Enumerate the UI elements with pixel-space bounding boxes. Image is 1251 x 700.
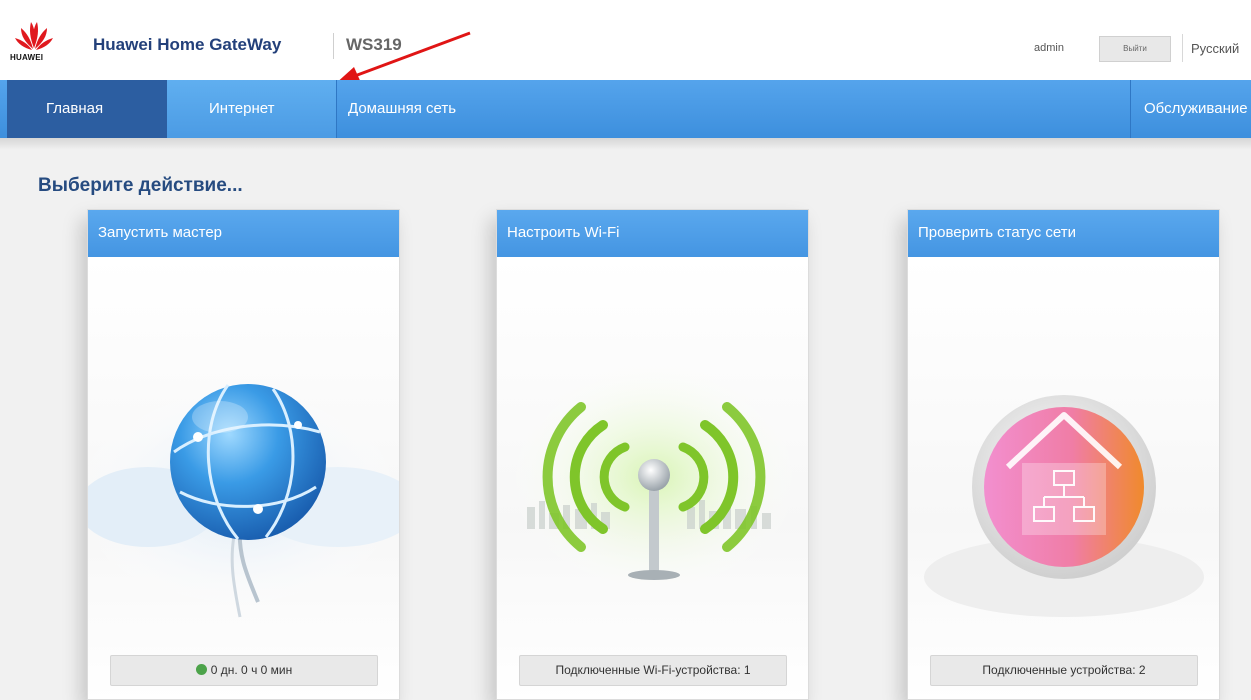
card-title[interactable]: Запустить мастер [88,210,399,257]
nav-item-home[interactable]: Главная [7,80,167,138]
card-title[interactable]: Настроить Wi-Fi [497,210,808,257]
clock-icon [195,664,207,675]
language-divider [1182,34,1183,62]
nav-item-internet[interactable]: Интернет [167,80,336,138]
logout-button[interactable]: Выйти [1099,36,1171,62]
uptime-status: 0 дн. 0 ч 0 мин [110,655,378,686]
wifi-card[interactable]: Настроить Wi-Fi Подключенные Wi-Fi-устро… [496,209,809,700]
nav-item-home-network[interactable]: Домашняя сеть [336,80,1130,138]
uptime-value: 0 дн. 0 ч 0 мин [210,663,293,677]
card-body: 0 дн. 0 ч 0 мин [88,257,399,699]
network-status-card[interactable]: Проверить статус сети Подключенные устро… [907,209,1220,700]
top-header: HUAWEI Huawei Home GateWay WS319 admin В… [0,0,1251,85]
user-name: admin [1034,42,1064,54]
page-title: Выберите действие... [38,175,243,196]
home-network-icon [924,395,1204,617]
main-nav: Главная Интернет Домашняя сеть Обслужива… [0,80,1251,138]
nav-shadow [0,138,1251,150]
card-body: Подключенные устройства: 2 [908,257,1219,699]
logo-text: HUAWEI [10,53,44,62]
language-selector[interactable]: Русский [1191,41,1239,56]
card-title[interactable]: Проверить статус сети [908,210,1219,257]
connected-devices-status: Подключенные устройства: 2 [930,655,1198,686]
wifi-devices-status: Подключенные Wi-Fi-устройства: 1 [519,655,787,686]
brand-title: Huawei Home GateWay [93,35,282,54]
globe-icon [88,377,399,618]
nav-item-maintenance[interactable]: Обслуживание [1130,80,1251,138]
wizard-card[interactable]: Запустить мастер 0 дн. 0 ч 0 мин [87,209,400,700]
card-body: Подключенные Wi-Fi-устройства: 1 [497,257,808,699]
wifi-antenna-icon [504,357,804,597]
